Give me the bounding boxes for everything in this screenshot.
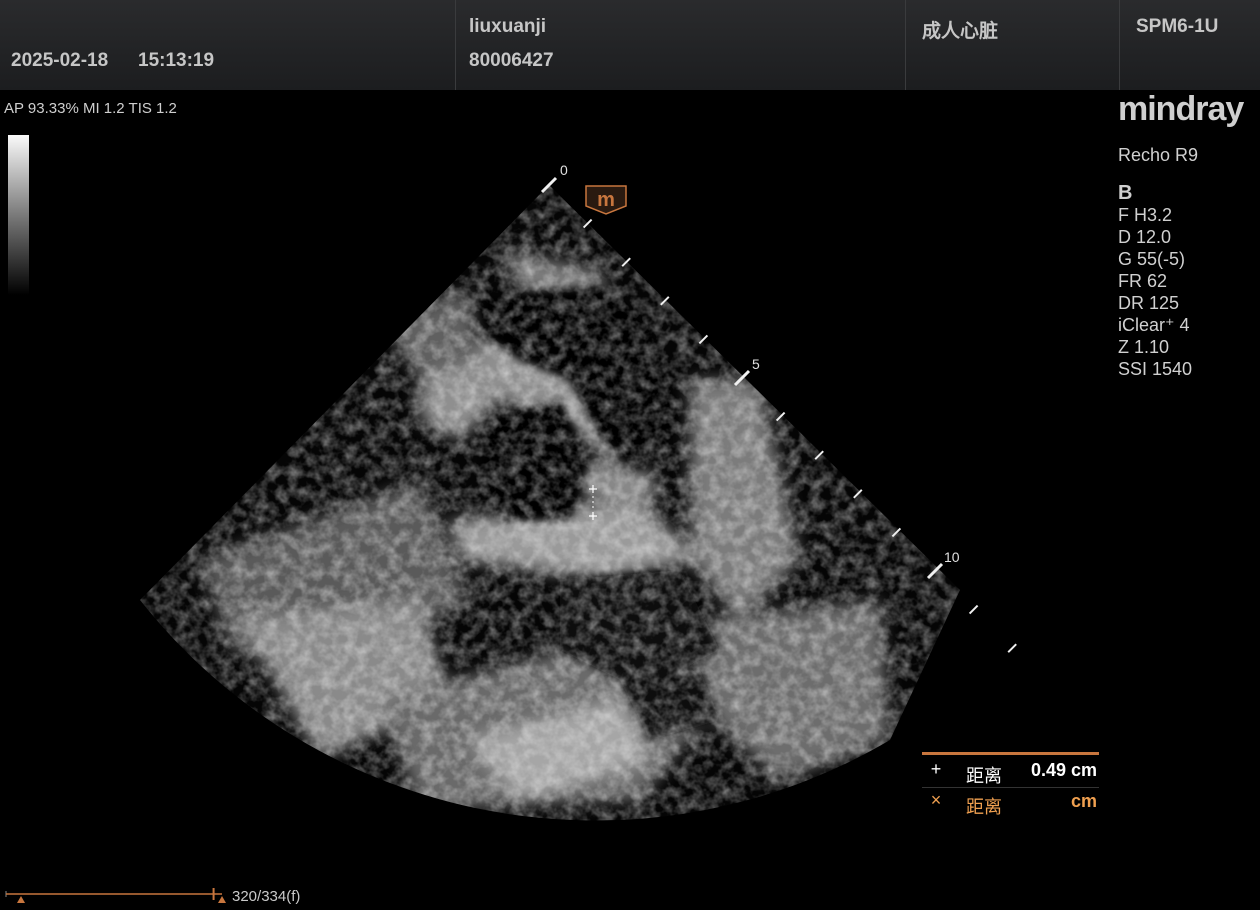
measurement-label: 距离 — [966, 797, 1002, 817]
measurement-row[interactable]: × 距离 cm — [922, 788, 1099, 818]
measurement-label: 距离 — [966, 766, 1002, 786]
cine-loop-bar[interactable] — [5, 888, 226, 903]
cine-end-marker-icon[interactable] — [218, 896, 226, 903]
measurement-value: 0.49 cm — [1030, 760, 1097, 780]
depth-label-0: 0 — [560, 162, 568, 178]
depth-minor-tick — [968, 604, 979, 615]
depth-minor-tick — [1007, 643, 1017, 653]
orientation-marker: m — [585, 185, 627, 215]
cine-start-marker-icon[interactable] — [17, 896, 25, 903]
measurement-row[interactable]: + 距离 0.49 cm — [922, 757, 1099, 788]
plus-icon: + — [930, 759, 942, 779]
depth-label-5: 5 — [752, 356, 760, 372]
orientation-marker-label: m — [597, 189, 615, 211]
cine-frame-counter: 320/334(f) — [232, 888, 301, 905]
depth-label-10: 10 — [944, 549, 960, 565]
measurement-results: + 距离 0.49 cm × 距离 cm — [922, 752, 1099, 831]
cross-icon: × — [930, 790, 942, 810]
measurement-value: cm — [1070, 791, 1097, 811]
